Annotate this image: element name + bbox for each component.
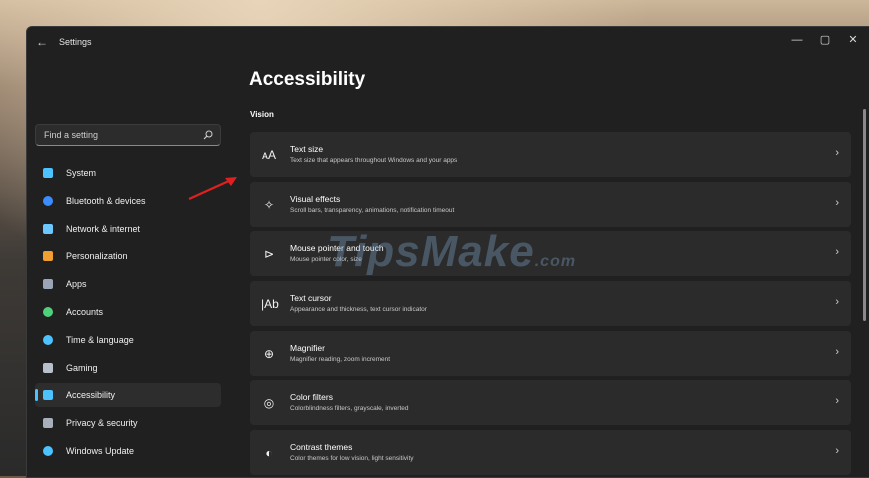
close-button[interactable]: ✕: [840, 31, 866, 49]
settings-card-text-size[interactable]: ᴀA Text size Text size that appears throug…: [250, 132, 851, 177]
sidebar-item-label: Windows Update: [66, 445, 135, 456]
update-icon: [43, 445, 53, 456]
settings-card-list: ᴀA Text size Text size that appears throug…: [250, 132, 851, 477]
scrollbar[interactable]: [863, 109, 866, 321]
sidebar-item-accessibility[interactable]: Accessibility: [35, 383, 221, 408]
card-title: Magnifier: [290, 342, 325, 353]
globe-clock-icon: [43, 334, 53, 345]
sidebar-item-gaming[interactable]: Gaming: [35, 356, 221, 380]
chevron-right-icon: ›: [835, 246, 839, 259]
color-filter-icon: ◎: [263, 396, 275, 411]
sparkle-icon: ✧: [263, 197, 275, 212]
settings-card-visual-effects[interactable]: ✧ Visual effects Scroll bars, transparency…: [250, 181, 851, 227]
sidebar-item-label: Privacy & security: [66, 418, 138, 429]
settings-window: ← Settings — ▢ ✕ System Bluetooth & devic…: [26, 26, 869, 478]
title-bar: ← Settings — ▢ ✕: [27, 27, 869, 59]
card-description: Magnifier reading, zoom increment: [290, 355, 391, 363]
back-arrow-icon[interactable]: ←: [35, 35, 49, 49]
sidebar-item-label: Accessibility: [66, 390, 116, 401]
shield-icon: [43, 418, 53, 429]
settings-card-color-filters[interactable]: ◎ Color filters Colorblindness filters, gr…: [250, 380, 851, 426]
sidebar-nav: System Bluetooth & devices Network & inter…: [35, 161, 221, 467]
settings-card-text-cursor[interactable]: |Ab Text cursor Appearance and thickness, …: [250, 281, 851, 327]
sidebar-item-label: Gaming: [66, 362, 98, 373]
chevron-right-icon: ›: [835, 445, 839, 458]
minimize-button[interactable]: —: [784, 31, 810, 49]
settings-card-mouse-pointer-and-touch[interactable]: ⊳ Mouse pointer and touch Mouse pointer co…: [250, 231, 851, 277]
sidebar-item-label: Time & language: [66, 334, 134, 345]
card-title: Text size: [290, 144, 324, 154]
chevron-right-icon: ›: [835, 147, 839, 159]
app-title: Settings: [59, 37, 92, 47]
sidebar-item-personalization[interactable]: Personalization: [35, 244, 221, 268]
card-title: Text cursor: [290, 293, 332, 304]
settings-card-contrast-themes[interactable]: ◐ Contrast themes Color themes for low vis…: [250, 430, 851, 476]
sidebar-item-accounts[interactable]: Accounts: [35, 300, 221, 324]
card-title: Color filters: [290, 392, 333, 403]
text-size-icon: ᴀA: [262, 148, 276, 162]
sidebar-item-label: Network & internet: [66, 223, 141, 234]
card-title: Visual effects: [290, 193, 341, 204]
wifi-icon: [43, 223, 53, 234]
contrast-icon: ◐: [265, 446, 273, 461]
pointer-icon: ⊳: [263, 247, 275, 262]
sidebar-item-privacy-security[interactable]: Privacy & security: [35, 411, 221, 435]
card-description: Text size that appears throughout Window…: [290, 157, 458, 164]
chevron-right-icon: ›: [835, 296, 839, 309]
card-description: Mouse pointer color, size: [290, 256, 362, 264]
chevron-right-icon: ›: [835, 345, 839, 358]
search-icon[interactable]: [203, 130, 213, 140]
sidebar-item-windows-update[interactable]: Windows Update: [35, 439, 221, 463]
sidebar-item-label: Personalization: [66, 251, 128, 262]
gamepad-icon: [43, 362, 53, 373]
chevron-right-icon: ›: [835, 196, 839, 209]
card-description: Color themes for low vision, light sensi…: [290, 455, 414, 463]
card-description: Scroll bars, transparency, animations, n…: [290, 206, 455, 214]
magnifier-icon: ⊕: [263, 346, 275, 361]
card-title: Contrast themes: [290, 442, 353, 453]
sidebar-item-label: Apps: [66, 279, 87, 290]
person-icon: [43, 306, 53, 317]
sidebar-item-label: Accounts: [66, 306, 104, 317]
sidebar-item-network-internet[interactable]: Network & internet: [35, 217, 221, 241]
sidebar-item-bluetooth-devices[interactable]: Bluetooth & devices: [35, 189, 221, 213]
chevron-right-icon: ›: [835, 395, 839, 408]
bluetooth-icon: [43, 195, 53, 206]
sidebar-item-apps[interactable]: Apps: [35, 272, 221, 296]
sidebar-item-label: Bluetooth & devices: [66, 195, 146, 206]
card-description: Colorblindness filters, grayscale, inver…: [290, 405, 409, 413]
text-cursor-icon: |Ab: [261, 297, 279, 312]
sidebar-item-label: System: [66, 168, 97, 178]
sidebar-item-time-language[interactable]: Time & language: [35, 328, 221, 352]
maximize-button[interactable]: ▢: [812, 31, 838, 49]
search-input[interactable]: [36, 125, 196, 145]
section-heading-vision: Vision: [250, 110, 274, 119]
brush-icon: [43, 251, 53, 262]
card-title: Mouse pointer and touch: [290, 243, 384, 254]
accessibility-icon: [43, 390, 53, 401]
apps-icon: [43, 279, 53, 290]
search-box[interactable]: [35, 124, 221, 146]
page-title: Accessibility: [249, 69, 366, 90]
card-description: Appearance and thickness, text cursor in…: [290, 306, 427, 314]
settings-card-magnifier[interactable]: ⊕ Magnifier Magnifier reading, zoom increm…: [250, 330, 851, 376]
sidebar-item-system[interactable]: System: [35, 161, 221, 185]
monitor-icon: [43, 168, 53, 178]
